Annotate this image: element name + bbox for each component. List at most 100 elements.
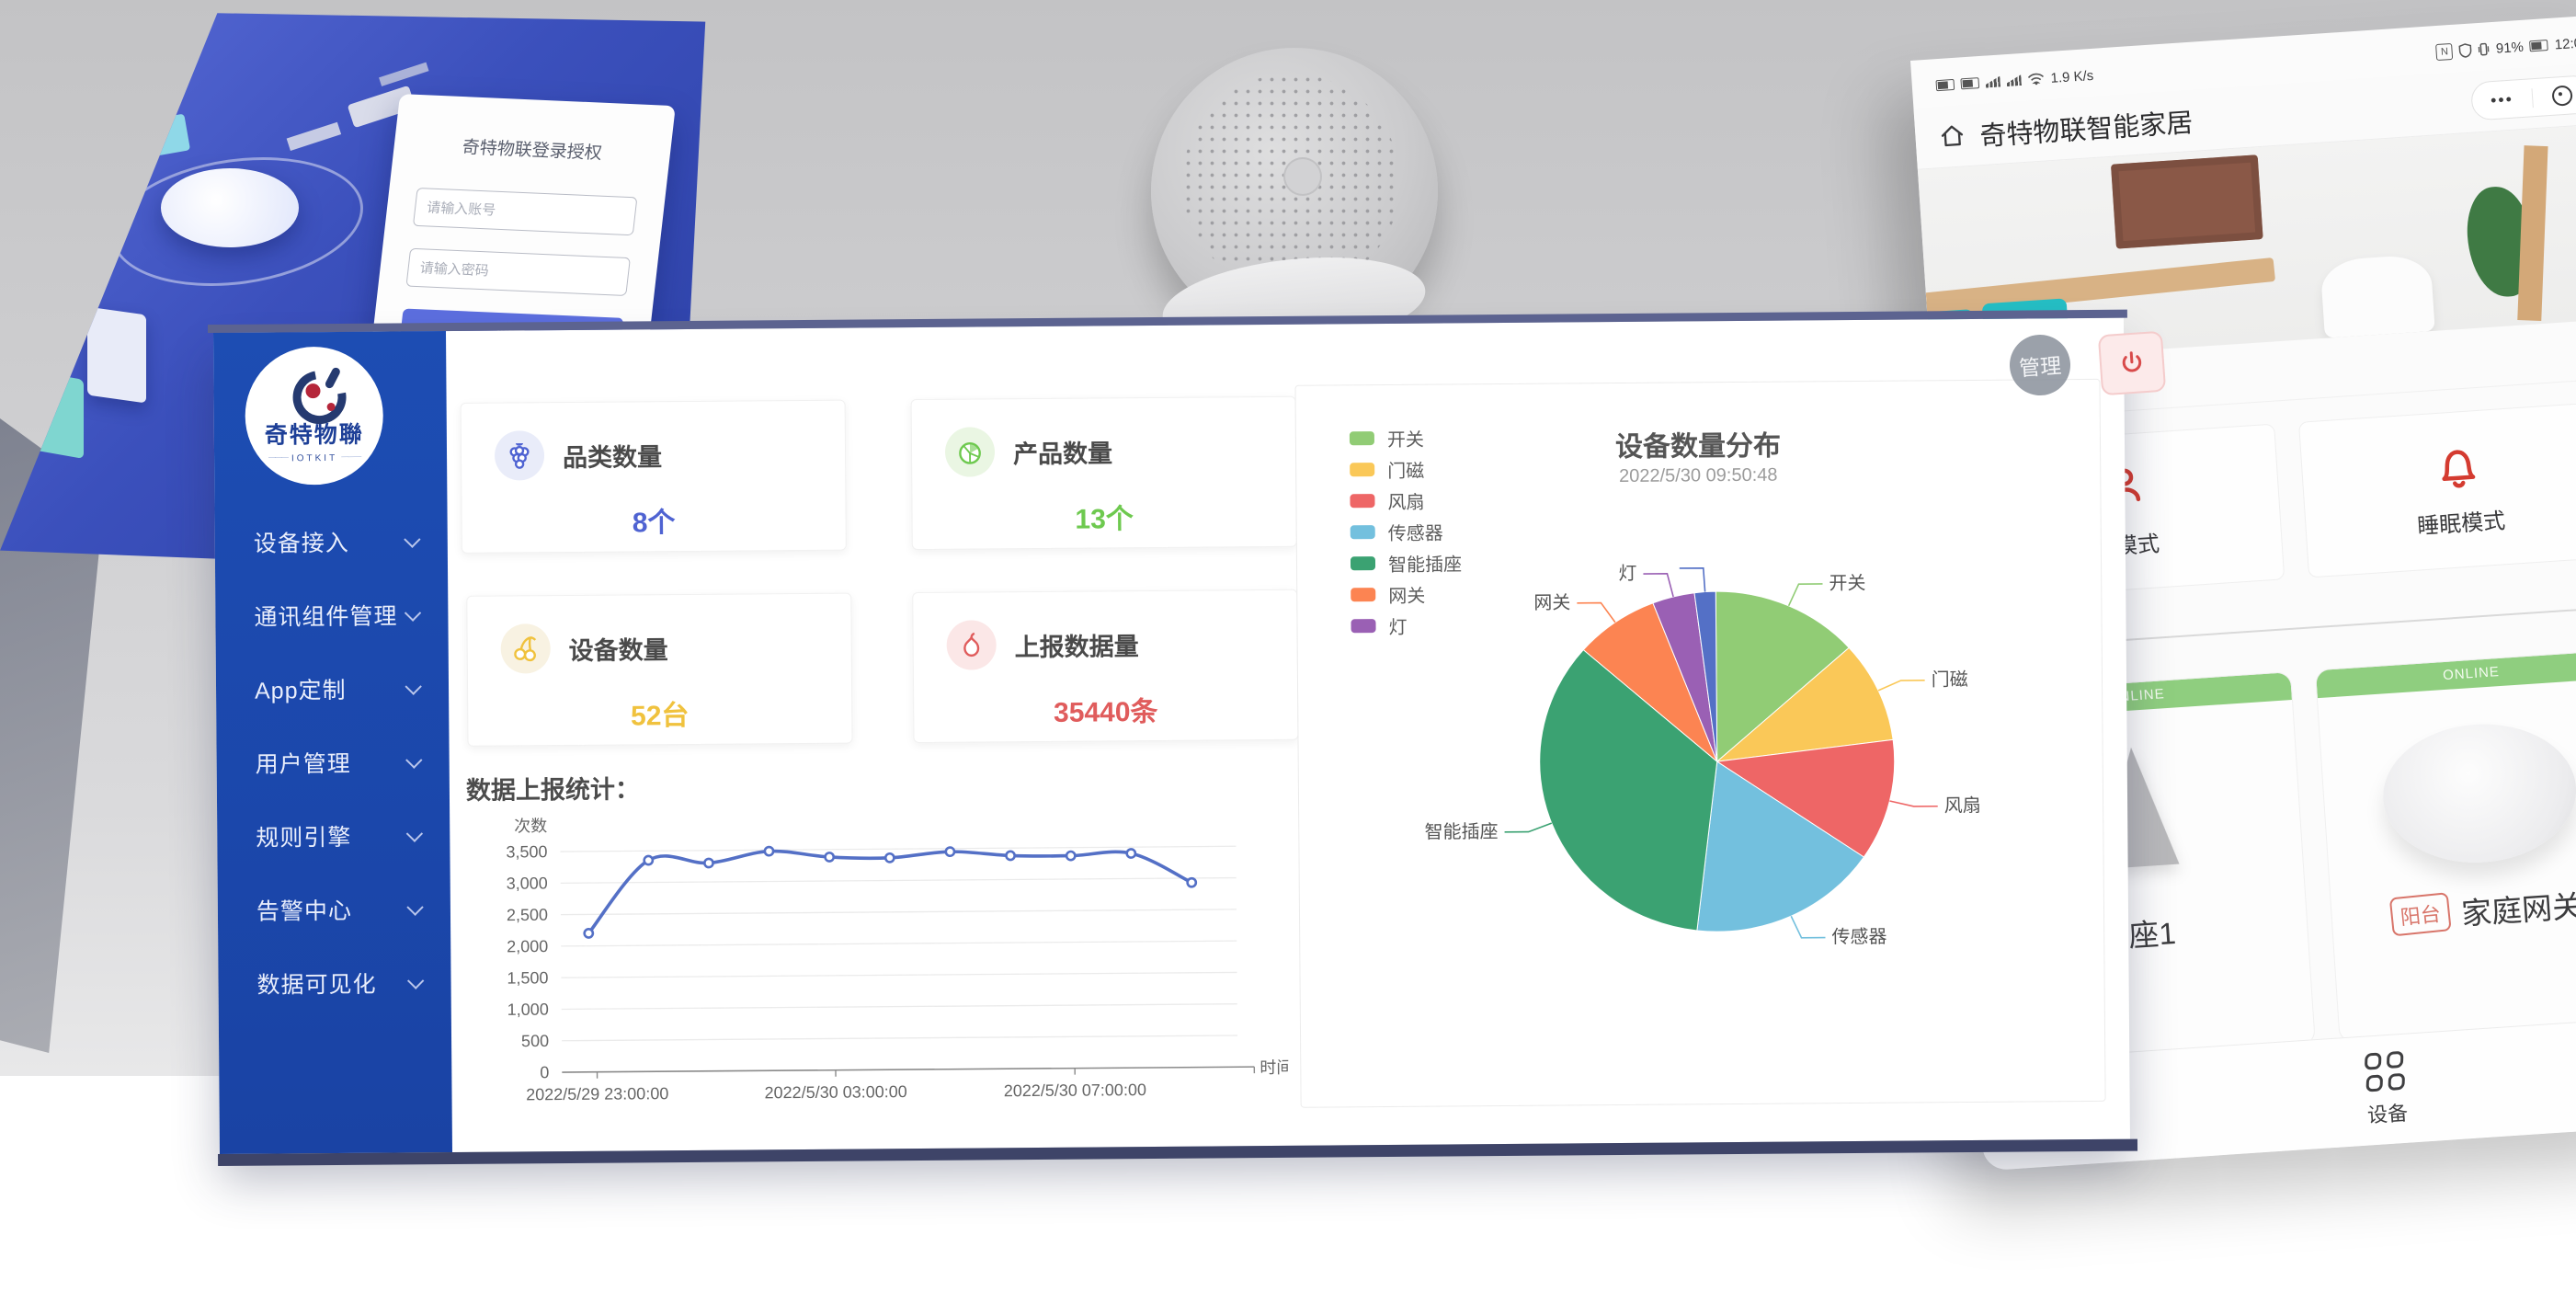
report-line-chart: 0 500 1,000 1,500 2,000 2,500 3,000 3,500 次数时间 20… xyxy=(459,807,1289,1131)
svg-text:次数: 次数 xyxy=(514,817,547,835)
stat-card-reported-data: 上报数据量 35440条 xyxy=(912,589,1298,743)
password-input[interactable] xyxy=(405,248,631,296)
stat-card-products: 产品数量 13个 xyxy=(911,396,1297,550)
ladder-shelf xyxy=(2517,145,2548,321)
power-button[interactable] xyxy=(2098,331,2166,396)
legend-swatch xyxy=(1350,463,1374,476)
pie-chart-card: 设备数量分布 2022/5/30 09:50:48 开关 门磁 风扇 传感器 智… xyxy=(1294,379,2105,1108)
svg-text:1,000: 1,000 xyxy=(507,1001,549,1019)
svg-text:2,500: 2,500 xyxy=(507,906,548,924)
sidebar-item-app-custom[interactable]: App定制 xyxy=(216,651,450,726)
chevron-down-icon xyxy=(404,531,420,547)
svg-text:网关: 网关 xyxy=(1533,592,1570,613)
line-chart-title: 数据上报统计： xyxy=(466,769,640,806)
legend-item-gateway[interactable]: 网关 xyxy=(1351,577,1462,610)
stat-label: 设备数量 xyxy=(569,630,668,667)
svg-text:2,000: 2,000 xyxy=(507,937,548,955)
legend-swatch xyxy=(1351,556,1375,570)
home-icon[interactable] xyxy=(1939,122,1966,150)
legend-item-light[interactable]: 灯 xyxy=(1351,609,1462,641)
svg-text:门磁: 门磁 xyxy=(1932,669,1968,690)
sidebar-item-comm-components[interactable]: 通讯组件管理 xyxy=(215,577,449,653)
stat-value: 8个 xyxy=(462,498,845,542)
grid-icon xyxy=(2365,1051,2406,1092)
lime-icon xyxy=(945,427,995,476)
svg-text:风扇: 风扇 xyxy=(1944,795,1981,816)
wifi-icon xyxy=(2027,72,2045,86)
svg-text:0: 0 xyxy=(540,1063,549,1081)
svg-text:3,500: 3,500 xyxy=(506,842,547,861)
more-menu-icon[interactable]: ••• xyxy=(2472,88,2534,111)
tab-devices-label: 设备 xyxy=(2366,1097,2409,1129)
smart-speaker-photo xyxy=(1151,48,1438,335)
signal-bars-icon-2 xyxy=(2006,74,2022,86)
svg-text:2022/5/29 23:00:00: 2022/5/29 23:00:00 xyxy=(526,1084,668,1103)
legend-item-door-sensor[interactable]: 门磁 xyxy=(1350,452,1461,485)
legend-swatch xyxy=(1351,619,1375,633)
rabbit-logo-icon xyxy=(289,368,338,414)
battery-icon xyxy=(2529,40,2548,51)
grapes-icon xyxy=(495,430,544,480)
sidebar-item-user-mgmt[interactable]: 用户管理 xyxy=(216,725,450,800)
logo-subtitle: IOTKIT xyxy=(265,452,364,463)
power-icon xyxy=(2117,349,2147,378)
svg-text:500: 500 xyxy=(521,1032,549,1050)
kiosk-illustration xyxy=(87,307,146,404)
svg-text:时间: 时间 xyxy=(1260,1058,1289,1077)
room-tag: 阳台 xyxy=(2389,892,2452,936)
vibrate-icon xyxy=(2478,41,2490,57)
stat-value: 35440条 xyxy=(914,688,1297,731)
stage: 奇特物联登录授权 登录 1.9 K/s N 91% xyxy=(0,0,2576,1315)
chevron-down-icon xyxy=(406,825,423,841)
network-speed: 1.9 K/s xyxy=(2050,67,2094,86)
sidebar-menu: 设备接入 通讯组件管理 App定制 用户管理 规则引擎 告警中心 数据可见化 xyxy=(214,504,450,1021)
pear-icon xyxy=(946,620,996,669)
legend-item-sensor[interactable]: 传感器 xyxy=(1351,515,1462,547)
clock-time: 12:08 xyxy=(2554,35,2576,52)
gateway-device-card[interactable]: ONLINE 阳台 家庭网关 xyxy=(2315,649,2576,1044)
legend-item-smart-socket[interactable]: 智能插座 xyxy=(1351,546,1462,578)
stat-value: 52台 xyxy=(468,692,851,735)
iot-dashboard-window: 奇特物聯 IOTKIT 设备接入 通讯组件管理 App定制 用户管理 规则引擎 … xyxy=(213,318,2130,1154)
legend-item-fan[interactable]: 风扇 xyxy=(1350,484,1461,516)
svg-text:传感器: 传感器 xyxy=(1831,926,1886,947)
svg-text:开关: 开关 xyxy=(1829,573,1865,594)
miniprogram-capsule: ••• xyxy=(2470,74,2576,121)
logo: 奇特物聯 IOTKIT xyxy=(245,347,383,486)
bell-icon xyxy=(2431,440,2483,493)
legend-item-switch[interactable]: 开关 xyxy=(1350,421,1461,453)
white-chair xyxy=(2320,254,2434,338)
stat-label: 上报数据量 xyxy=(1015,626,1139,663)
tab-devices[interactable]: 设备 xyxy=(2364,1051,2409,1129)
legend-swatch xyxy=(1350,494,1374,508)
svg-text:智能插座: 智能插座 xyxy=(1424,821,1498,843)
cloud-illustration xyxy=(161,168,299,247)
stat-label: 品类数量 xyxy=(563,437,662,474)
wall-art xyxy=(2111,154,2263,248)
legend-swatch xyxy=(1351,588,1375,601)
sidebar-item-device-access[interactable]: 设备接入 xyxy=(214,504,448,579)
shield-icon xyxy=(2459,42,2473,58)
sleep-mode-card[interactable]: 睡眠模式 xyxy=(2298,401,2576,577)
chevron-down-icon xyxy=(405,678,421,694)
sim1-battery-icon xyxy=(1935,79,1955,91)
sidebar-item-data-visualization[interactable]: 数据可见化 xyxy=(218,945,451,1021)
close-circle-icon[interactable] xyxy=(2532,84,2576,108)
gateway-device-image xyxy=(2378,718,2576,869)
cherries-icon xyxy=(500,623,550,673)
stat-card-devices: 设备数量 52台 xyxy=(466,593,852,747)
sidebar: 奇特物聯 IOTKIT 设备接入 通讯组件管理 App定制 用户管理 规则引擎 … xyxy=(213,331,452,1154)
chevron-down-icon xyxy=(405,751,422,768)
online-badge: ONLINE xyxy=(2316,650,2576,698)
sidebar-item-alarm-center[interactable]: 告警中心 xyxy=(218,872,451,947)
chevron-down-icon xyxy=(407,972,424,989)
device-name: 家庭网关 xyxy=(2460,882,2576,934)
sidebar-item-rule-engine[interactable]: 规则引擎 xyxy=(217,798,450,874)
nfc-icon: N xyxy=(2435,43,2453,61)
svg-text:3,000: 3,000 xyxy=(507,874,548,892)
svg-text:1,500: 1,500 xyxy=(507,968,548,987)
chevron-down-icon xyxy=(406,898,423,915)
device-name: 座1 xyxy=(2127,909,2177,955)
account-input[interactable] xyxy=(413,188,638,235)
sleep-mode-label: 睡眠模式 xyxy=(2416,502,2506,540)
